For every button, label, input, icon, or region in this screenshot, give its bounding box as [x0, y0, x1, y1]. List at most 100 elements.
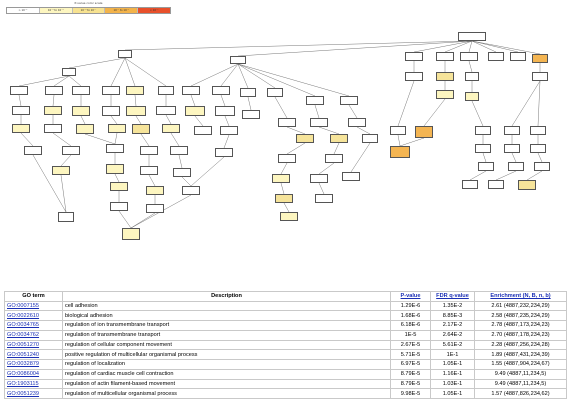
go-term-link[interactable]: GO:0051270	[7, 342, 39, 348]
go-graph-node[interactable]	[140, 146, 158, 155]
go-graph-node[interactable]	[475, 144, 491, 153]
go-graph-node[interactable]	[162, 124, 180, 133]
go-term-link[interactable]: GO:0086004	[7, 371, 39, 377]
go-graph-node[interactable]	[310, 118, 328, 127]
go-graph-node[interactable]	[310, 174, 328, 183]
header-pvalue[interactable]: P-value	[390, 291, 431, 302]
go-term-cell[interactable]: GO:0051270	[4, 339, 63, 351]
go-graph-node[interactable]	[242, 110, 260, 119]
go-graph-node[interactable]	[106, 144, 124, 153]
go-graph-node[interactable]	[465, 92, 479, 101]
go-graph-node[interactable]	[72, 106, 90, 116]
go-graph-node[interactable]	[267, 88, 283, 97]
go-graph-node[interactable]	[508, 162, 524, 171]
go-term-link[interactable]: GO:0022610	[7, 313, 39, 319]
go-graph-node[interactable]	[158, 86, 174, 95]
go-graph-node[interactable]	[532, 54, 548, 63]
go-graph-node[interactable]	[325, 154, 343, 163]
go-graph-node[interactable]	[280, 212, 298, 221]
go-graph-node[interactable]	[348, 118, 366, 127]
go-graph-node[interactable]	[146, 204, 164, 213]
go-graph-node[interactable]	[230, 56, 246, 64]
go-graph-node[interactable]	[488, 180, 504, 189]
go-graph-node[interactable]	[518, 180, 536, 190]
go-term-cell[interactable]: GO:0007155	[4, 300, 63, 312]
go-graph-node[interactable]	[278, 118, 296, 127]
go-graph-node[interactable]	[315, 194, 333, 203]
header-enrichment[interactable]: Enrichment (N, B, n, b)	[474, 291, 567, 302]
go-graph-node[interactable]	[488, 52, 504, 61]
go-graph-node[interactable]	[458, 32, 486, 41]
go-term-link[interactable]: GO:0034762	[7, 332, 39, 338]
go-graph-node[interactable]	[342, 172, 360, 181]
go-graph-node[interactable]	[140, 166, 158, 175]
go-term-link[interactable]: GO:0032879	[7, 361, 39, 367]
go-graph-node[interactable]	[102, 86, 120, 95]
go-graph-node[interactable]	[390, 126, 406, 135]
go-graph-node[interactable]	[504, 126, 520, 135]
go-graph-node[interactable]	[510, 52, 526, 61]
go-graph-node[interactable]	[185, 106, 205, 116]
go-graph-node[interactable]	[102, 106, 120, 116]
go-graph-node[interactable]	[275, 194, 293, 203]
go-graph-node[interactable]	[220, 126, 238, 135]
go-term-cell[interactable]: GO:0034765	[4, 320, 63, 331]
go-graph-node[interactable]	[72, 86, 90, 95]
header-fdr[interactable]: FDR q-value	[430, 291, 475, 302]
go-graph-node[interactable]	[12, 106, 30, 115]
go-graph-node[interactable]	[532, 72, 548, 81]
sort-pvalue-link[interactable]: P-value	[401, 293, 421, 299]
go-graph-node[interactable]	[44, 106, 62, 115]
go-graph-node[interactable]	[478, 162, 494, 171]
go-graph-node[interactable]	[215, 148, 233, 157]
go-graph-node[interactable]	[44, 124, 62, 133]
go-graph-node[interactable]	[126, 106, 146, 116]
go-graph-node[interactable]	[436, 52, 454, 61]
go-graph-node[interactable]	[132, 124, 150, 134]
go-graph-node[interactable]	[278, 154, 296, 163]
go-graph-node[interactable]	[330, 134, 348, 143]
go-graph-node[interactable]	[436, 90, 454, 99]
go-graph-node[interactable]	[296, 134, 314, 143]
go-graph-node[interactable]	[240, 88, 256, 97]
sort-fdr-link[interactable]: FDR q-value	[436, 293, 469, 299]
go-graph-node[interactable]	[12, 124, 30, 133]
go-graph-node[interactable]	[460, 52, 478, 61]
go-graph-node[interactable]	[534, 162, 550, 171]
go-graph-node[interactable]	[390, 146, 410, 158]
go-graph-node[interactable]	[465, 72, 479, 81]
go-graph-node[interactable]	[182, 186, 200, 195]
sort-enrichment-link[interactable]: Enrichment (N, B, n, b)	[490, 293, 550, 299]
go-term-cell[interactable]: GO:0051240	[4, 349, 63, 360]
go-graph-node[interactable]	[215, 106, 235, 116]
go-graph-node[interactable]	[173, 168, 191, 177]
go-term-cell[interactable]: GO:0086004	[4, 368, 63, 380]
go-graph-node[interactable]	[118, 50, 132, 58]
go-term-link[interactable]: GO:0007155	[7, 303, 39, 309]
go-graph-node[interactable]	[475, 126, 491, 135]
go-graph-node[interactable]	[108, 124, 126, 133]
go-graph-node[interactable]	[156, 106, 176, 115]
go-graph-node[interactable]	[212, 86, 230, 95]
go-graph-node[interactable]	[194, 126, 212, 135]
go-graph-node[interactable]	[52, 166, 70, 175]
go-graph-node[interactable]	[182, 86, 200, 95]
go-graph-node[interactable]	[462, 180, 478, 189]
go-graph-node[interactable]	[436, 72, 454, 81]
go-term-link[interactable]: GO:0034765	[7, 322, 39, 328]
go-graph-node[interactable]	[45, 86, 63, 95]
go-graph-node[interactable]	[405, 72, 423, 81]
go-graph-node[interactable]	[530, 126, 546, 135]
go-graph-node[interactable]	[530, 144, 546, 153]
go-graph-node[interactable]	[62, 146, 80, 155]
go-graph-node[interactable]	[24, 146, 42, 155]
go-graph-node[interactable]	[10, 86, 28, 95]
go-graph-node[interactable]	[170, 146, 188, 155]
go-graph-node[interactable]	[76, 124, 94, 134]
go-graph-node[interactable]	[362, 134, 378, 143]
go-term-cell[interactable]: GO:1903115	[4, 378, 63, 390]
go-graph-node[interactable]	[110, 182, 128, 191]
go-term-cell[interactable]: GO:0022610	[4, 310, 63, 321]
go-term-cell[interactable]: GO:0034762	[4, 329, 63, 341]
go-graph-node[interactable]	[110, 202, 128, 211]
